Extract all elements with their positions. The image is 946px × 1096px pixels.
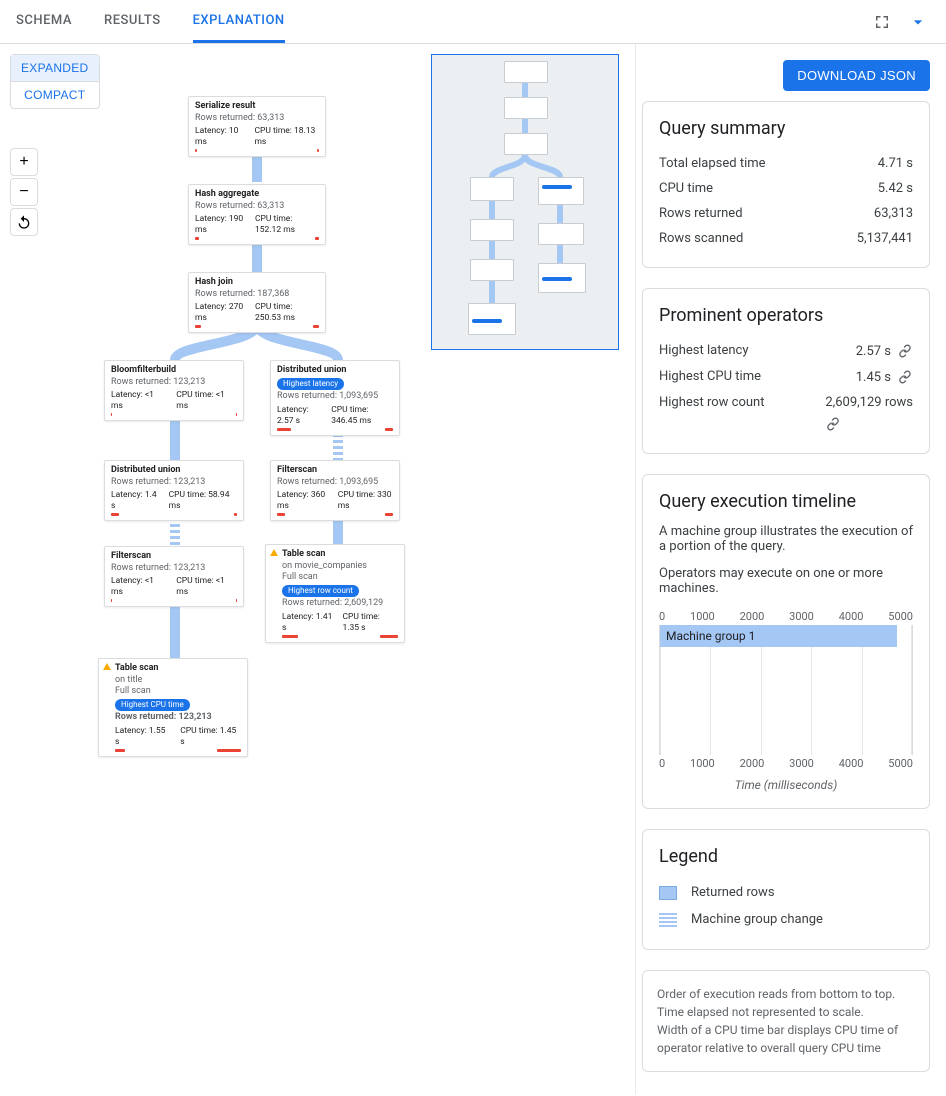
warning-icon [103,663,111,670]
node-table-scan-left[interactable]: Table scan on title Full scan Highest CP… [98,658,248,757]
minimap[interactable] [431,54,619,350]
x-axis-label: Time (milliseconds) [659,778,913,792]
warning-icon [270,549,278,556]
link-icon[interactable] [897,369,913,385]
plan-canvas[interactable]: EXPANDED COMPACT + − [0,44,636,1094]
node-rows: Rows returned: 63,313 [195,113,319,125]
node-title: Hash aggregate [195,189,319,201]
timeline-card: Query execution timeline A machine group… [642,474,930,809]
node-distributed-union-left[interactable]: Distributed union Rows returned: 123,213… [104,460,244,521]
top-tab-bar: SCHEMA RESULTS EXPLANATION [0,0,946,44]
fullscreen-icon[interactable] [870,10,894,34]
expanded-button[interactable]: EXPANDED [11,55,99,81]
node-bloomfilterbuild[interactable]: Bloomfilterbuild Rows returned: 123,213 … [104,360,244,421]
node-title: Hash join [195,277,319,289]
view-mode-toggle: EXPANDED COMPACT [10,54,100,109]
timeline-chart: 0 1000 2000 3000 4000 5000 Machine group… [659,608,913,792]
tab-results[interactable]: RESULTS [104,1,161,42]
card-heading: Query summary [659,118,913,139]
tab-schema[interactable]: SCHEMA [16,1,72,42]
card-heading: Legend [659,846,913,867]
zoom-in-button[interactable]: + [10,148,38,176]
link-icon[interactable] [825,416,841,432]
footnote-card: Order of execution reads from bottom to … [642,970,930,1072]
machine-group-change-swatch [659,913,677,927]
badge-highest-cpu-time: Highest CPU time [115,699,190,711]
node-filterscan-left[interactable]: Filterscan Rows returned: 123,213 Latenc… [104,546,244,607]
zoom-out-button[interactable]: − [10,178,38,206]
zoom-controls: + − [10,148,38,236]
badge-highest-latency: Highest latency [277,378,344,390]
right-panel: DOWNLOAD JSON Query summary Total elapse… [636,44,946,1094]
node-table-scan-right[interactable]: Table scan on movie_companies Full scan … [265,544,405,643]
node-hash-join[interactable]: Hash join Rows returned: 187,368 Latency… [188,272,326,333]
zoom-reset-button[interactable] [10,208,38,236]
chevron-down-icon[interactable] [906,10,930,34]
returned-rows-swatch [659,886,677,900]
node-hash-aggregate[interactable]: Hash aggregate Rows returned: 63,313 Lat… [188,184,326,245]
link-icon[interactable] [897,343,913,359]
tab-explanation[interactable]: EXPLANATION [193,1,285,43]
machine-group-bar[interactable]: Machine group 1 [660,625,897,647]
download-json-button[interactable]: DOWNLOAD JSON [783,60,930,91]
node-filterscan-right[interactable]: Filterscan Rows returned: 1,093,695 Late… [270,460,400,521]
prominent-operators-card: Prominent operators Highest latency2.57 … [642,288,930,454]
node-distributed-union-right[interactable]: Distributed union Highest latency Rows r… [270,360,400,436]
card-heading: Prominent operators [659,305,913,326]
node-title: Serialize result [195,101,319,113]
card-heading: Query execution timeline [659,491,913,512]
compact-button[interactable]: COMPACT [11,81,99,108]
legend-card: Legend Returned rows Machine group chang… [642,829,930,950]
badge-highest-row-count: Highest row count [282,585,359,597]
node-serialize-result[interactable]: Serialize result Rows returned: 63,313 L… [188,96,326,157]
query-summary-card: Query summary Total elapsed time4.71 s C… [642,101,930,268]
